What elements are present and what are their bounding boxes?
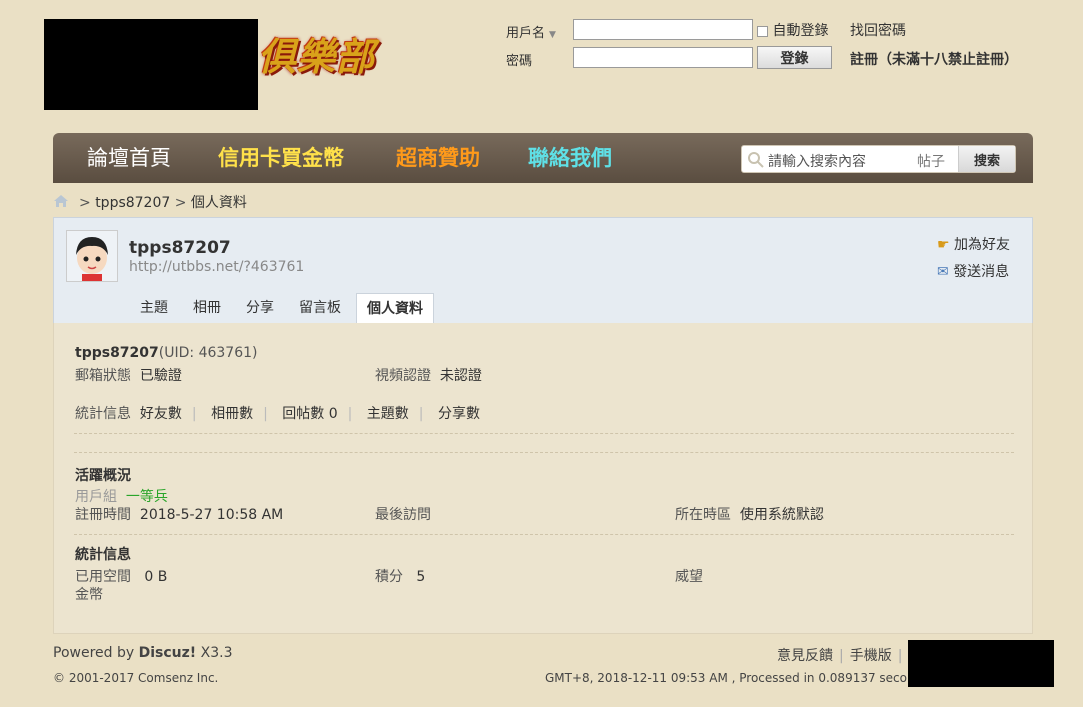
search-icon	[748, 152, 764, 168]
tab-topics[interactable]: 主題	[130, 293, 178, 324]
user-group-link[interactable]: 一等兵	[126, 489, 168, 505]
activity-title: 活躍概況	[75, 468, 131, 484]
home-icon[interactable]	[53, 194, 69, 208]
user-id-line: tpps87207(UID: 463761)	[75, 343, 257, 363]
password-input[interactable]	[573, 47, 753, 68]
logo-text: 俱樂部	[258, 34, 376, 79]
nav-item-buy-coins[interactable]: 信用卡買金幣	[218, 145, 344, 171]
nav-item-contact[interactable]: 聯絡我們	[528, 145, 612, 171]
handshake-icon: ☛	[937, 237, 950, 253]
username-label[interactable]: 用戶名 ▼	[506, 22, 556, 41]
add-friend-link[interactable]: ☛ 加為好友	[937, 234, 1010, 254]
nav-item-home[interactable]: 論壇首頁	[87, 145, 171, 171]
profile-header: tpps87207 http://utbbs.net/?463761 ☛ 加為好…	[53, 217, 1033, 326]
breadcrumb-item-profile[interactable]: 個人資料	[191, 195, 247, 211]
auto-login[interactable]: 自動登錄	[757, 20, 828, 40]
timezone: 所在時區 使用系統默認	[675, 507, 824, 523]
footer-links: 意見反饋 | 手機版 |	[777, 648, 903, 664]
forgot-password-link[interactable]: 找回密碼	[850, 20, 906, 40]
last-visit: 最後訪問	[375, 507, 431, 523]
register-time: 註冊時間 2018-5-27 10:58 AM	[75, 507, 284, 523]
password-label: 密碼	[506, 54, 533, 69]
tab-guestbook[interactable]: 留言板	[289, 293, 351, 324]
divider	[74, 534, 1014, 535]
search-type-select[interactable]: 帖子	[917, 151, 945, 171]
breadcrumb-item-user[interactable]: tpps87207	[95, 195, 170, 211]
search-box: 請輸入搜索內容 帖子 搜索	[741, 145, 1016, 173]
logo-redacted	[44, 19, 258, 110]
stat-friends[interactable]: 好友數	[140, 406, 182, 422]
envelope-icon: ✉	[937, 264, 949, 280]
copyright: © 2001-2017 Comsenz Inc.	[53, 671, 219, 685]
avatar[interactable]	[66, 230, 118, 282]
divider	[74, 452, 1014, 453]
breadcrumb: > tpps87207 > 個人資料	[79, 195, 247, 211]
stat-replies[interactable]: 回帖數 0	[282, 406, 337, 422]
feedback-link[interactable]: 意見反饋	[777, 648, 833, 664]
prestige: 威望	[675, 569, 703, 585]
stat-title: 統計信息	[75, 547, 131, 563]
server-info: GMT+8, 2018-12-11 09:53 AM , Processed i…	[545, 671, 938, 685]
powered-by: Powered by Discuz! X3.3	[53, 645, 233, 661]
register-link[interactable]: 註冊（未滿十八禁止註冊）	[850, 49, 1018, 69]
used-space: 已用空間 0 B	[75, 569, 168, 585]
detail-uid: (UID: 463761)	[158, 345, 258, 361]
divider	[74, 433, 1014, 434]
stats-line: 統計信息 好友數 | 相冊數 | 回帖數 0 | 主題數 | 分享數	[75, 406, 480, 422]
profile-details: tpps87207(UID: 463761) 郵箱狀態 已驗證 視頻認證 未認證…	[53, 323, 1033, 634]
stat-topics[interactable]: 主題數	[367, 406, 409, 422]
user-group: 用戶組 一等兵	[75, 489, 168, 505]
nav-item-store-sponsor[interactable]: 超商贊助	[396, 145, 480, 171]
avatar-image	[67, 231, 117, 281]
send-message-link[interactable]: ✉ 發送消息	[937, 261, 1009, 281]
coins: 金幣	[75, 587, 103, 603]
auto-login-checkbox[interactable]	[757, 25, 768, 37]
detail-username: tpps87207	[75, 345, 159, 361]
stat-shares[interactable]: 分享數	[438, 406, 480, 422]
discuz-link[interactable]: Discuz!	[139, 645, 197, 661]
tab-profile[interactable]: 個人資料	[356, 293, 434, 326]
search-button[interactable]: 搜索	[958, 146, 1015, 172]
chevron-down-icon: ▼	[549, 30, 556, 40]
email-status: 郵箱狀態 已驗證	[75, 368, 182, 384]
tab-shares[interactable]: 分享	[236, 293, 284, 324]
video-status: 視頻認證 未認證	[375, 368, 482, 384]
username-input[interactable]	[573, 19, 753, 40]
profile-username: tpps87207	[129, 238, 231, 258]
login-button[interactable]: 登錄	[757, 46, 832, 69]
mobile-link[interactable]: 手機版	[850, 648, 892, 664]
stat-albums[interactable]: 相冊數	[211, 406, 253, 422]
points: 積分 5	[375, 569, 426, 585]
footer-redacted	[908, 640, 1054, 687]
main-nav: 論壇首頁 信用卡買金幣 超商贊助 聯絡我們 請輸入搜索內容 帖子 搜索	[53, 133, 1033, 183]
profile-url[interactable]: http://utbbs.net/?463761	[129, 259, 304, 275]
search-input[interactable]: 請輸入搜索內容	[768, 151, 866, 171]
tab-albums[interactable]: 相冊	[183, 293, 231, 324]
